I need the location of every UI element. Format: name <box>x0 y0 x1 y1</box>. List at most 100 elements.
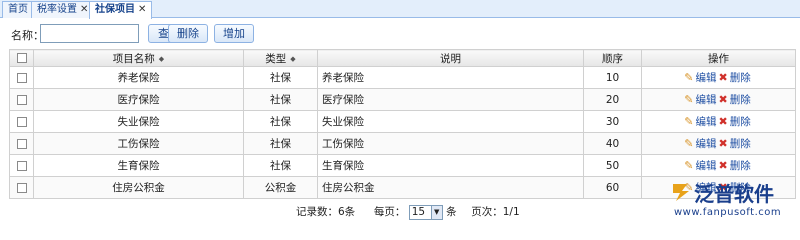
row-select-cell <box>9 66 34 89</box>
cell-order: 10 <box>583 66 642 89</box>
cell-desc: 住房公积金 <box>317 176 584 199</box>
insurance-items-table: 项目名称 ◆ 类型 ◆ 说明 顺序 操作 养老保险 社保 养老保险 10 ✎ 编辑 ✖ 删除 医疗保… <box>9 49 796 199</box>
close-icon[interactable]: ✕ <box>80 4 88 15</box>
cell-type: 社保 <box>243 132 318 155</box>
cell-order: 30 <box>583 110 642 133</box>
close-icon[interactable]: ✕ <box>138 4 146 15</box>
delete-link[interactable]: 删除 <box>730 72 751 84</box>
per-page-unit: 条 <box>446 206 457 218</box>
tab-bar: 首页 税率设置 ✕ 社保项目 ✕ <box>0 0 800 19</box>
cell-type: 社保 <box>243 110 318 133</box>
cell-order: 50 <box>583 154 642 177</box>
tab-tax-rate[interactable]: 税率设置 ✕ <box>31 1 95 18</box>
cell-ops: ✎ 编辑 ✖ 删除 <box>641 110 796 133</box>
brand-logo-icon <box>673 184 689 201</box>
tab-home[interactable]: 首页 <box>2 1 34 18</box>
delete-link[interactable]: 删除 <box>730 94 751 106</box>
delete-link[interactable]: 删除 <box>730 160 751 172</box>
chevron-down-icon[interactable]: ▼ <box>430 205 442 219</box>
row-checkbox[interactable] <box>16 138 27 149</box>
watermark-brand: 泛普软件 <box>694 182 774 206</box>
table-row[interactable]: 医疗保险 社保 医疗保险 20 ✎ 编辑 ✖ 删除 <box>9 88 796 111</box>
tab-home-label: 首页 <box>8 4 28 15</box>
cell-desc: 生育保险 <box>317 154 584 177</box>
select-all-cell <box>9 49 34 67</box>
tab-tax-rate-label: 税率设置 <box>37 4 77 15</box>
cell-name: 生育保险 <box>33 154 244 177</box>
row-select-cell <box>9 132 34 155</box>
column-header-name[interactable]: 项目名称 ◆ <box>33 49 244 67</box>
tab-social-insurance[interactable]: 社保项目 ✕ <box>89 1 153 19</box>
sort-icon[interactable]: ◆ <box>290 55 295 63</box>
table-row[interactable]: 工伤保险 社保 工伤保险 40 ✎ 编辑 ✖ 删除 <box>9 132 796 155</box>
table-header-row: 项目名称 ◆ 类型 ◆ 说明 顺序 操作 <box>9 49 796 67</box>
row-checkbox[interactable] <box>16 94 27 105</box>
table-row[interactable]: 失业保险 社保 失业保险 30 ✎ 编辑 ✖ 删除 <box>9 110 796 133</box>
row-checkbox[interactable] <box>16 72 27 83</box>
table-row[interactable]: 养老保险 社保 养老保险 10 ✎ 编辑 ✖ 删除 <box>9 66 796 89</box>
delete-link[interactable]: 删除 <box>730 116 751 128</box>
cell-name: 失业保险 <box>33 110 244 133</box>
edit-link[interactable]: 编辑 <box>696 116 717 128</box>
cell-type: 社保 <box>243 154 318 177</box>
pencil-icon[interactable]: ✎ <box>684 93 693 106</box>
row-checkbox[interactable] <box>16 116 27 127</box>
column-header-order: 顺序 <box>583 49 642 67</box>
pencil-icon[interactable]: ✎ <box>684 115 693 128</box>
per-page-label: 每页： <box>373 206 406 218</box>
records-value: 6条 <box>338 206 356 218</box>
cell-order: 20 <box>583 88 642 111</box>
pencil-icon[interactable]: ✎ <box>684 71 693 84</box>
cell-name: 养老保险 <box>33 66 244 89</box>
cell-ops: ✎ 编辑 ✖ 删除 <box>641 88 796 111</box>
per-page-select[interactable]: 15 ▼ <box>408 204 443 220</box>
delete-icon[interactable]: ✖ <box>719 115 728 128</box>
row-select-cell <box>9 154 34 177</box>
table-body: 养老保险 社保 养老保险 10 ✎ 编辑 ✖ 删除 医疗保险 社保 医疗保险 20 ✎ 编辑 ✖ 删除 失业保险… <box>9 66 796 199</box>
cell-order: 60 <box>583 176 642 199</box>
delete-icon[interactable]: ✖ <box>719 93 728 106</box>
records-label: 记录数： <box>296 206 338 218</box>
column-header-type-label: 类型 <box>265 52 287 65</box>
cell-name: 医疗保险 <box>33 88 244 111</box>
row-select-cell <box>9 110 34 133</box>
pencil-icon[interactable]: ✎ <box>684 159 693 172</box>
cell-ops: ✎ 编辑 ✖ 删除 <box>641 66 796 89</box>
toolbar: 名称： 查询 删除 增加 <box>0 19 800 48</box>
row-select-cell <box>9 88 34 111</box>
column-header-type[interactable]: 类型 ◆ <box>243 49 318 67</box>
sort-icon[interactable]: ◆ <box>159 55 164 63</box>
page-label: 页次： <box>471 206 503 218</box>
cell-ops: ✎ 编辑 ✖ 删除 <box>641 154 796 177</box>
watermark: 泛普软件 www.fanpusoft.com <box>670 180 794 222</box>
pencil-icon[interactable]: ✎ <box>684 137 693 150</box>
row-checkbox[interactable] <box>16 160 27 171</box>
delete-icon[interactable]: ✖ <box>719 159 728 172</box>
page-value: 1/1 <box>502 206 520 218</box>
tab-social-insurance-label: 社保项目 <box>95 4 135 15</box>
table-row[interactable]: 生育保险 社保 生育保险 50 ✎ 编辑 ✖ 删除 <box>9 154 796 177</box>
delete-icon[interactable]: ✖ <box>719 71 728 84</box>
edit-link[interactable]: 编辑 <box>696 94 717 106</box>
row-select-cell <box>9 176 34 199</box>
column-header-desc: 说明 <box>317 49 584 67</box>
add-button[interactable]: 增加 <box>214 24 254 43</box>
cell-type: 社保 <box>243 66 318 89</box>
delete-icon[interactable]: ✖ <box>719 137 728 150</box>
edit-link[interactable]: 编辑 <box>696 72 717 84</box>
row-checkbox[interactable] <box>16 182 27 193</box>
cell-desc: 养老保险 <box>317 66 584 89</box>
column-header-name-label: 项目名称 <box>112 52 155 65</box>
per-page-value: 15 <box>411 205 426 218</box>
pager: 记录数：6条 每页： 15 ▼ 条 页次：1/1 <box>296 204 520 220</box>
name-search-input[interactable] <box>40 24 139 43</box>
select-all-checkbox[interactable] <box>16 53 27 63</box>
cell-type: 公积金 <box>243 176 318 199</box>
watermark-url: www.fanpusoft.com <box>674 207 782 218</box>
delete-link[interactable]: 删除 <box>730 138 751 150</box>
edit-link[interactable]: 编辑 <box>696 138 717 150</box>
cell-ops: ✎ 编辑 ✖ 删除 <box>641 132 796 155</box>
delete-button[interactable]: 删除 <box>168 24 208 43</box>
edit-link[interactable]: 编辑 <box>696 160 717 172</box>
cell-name: 住房公积金 <box>33 176 244 199</box>
